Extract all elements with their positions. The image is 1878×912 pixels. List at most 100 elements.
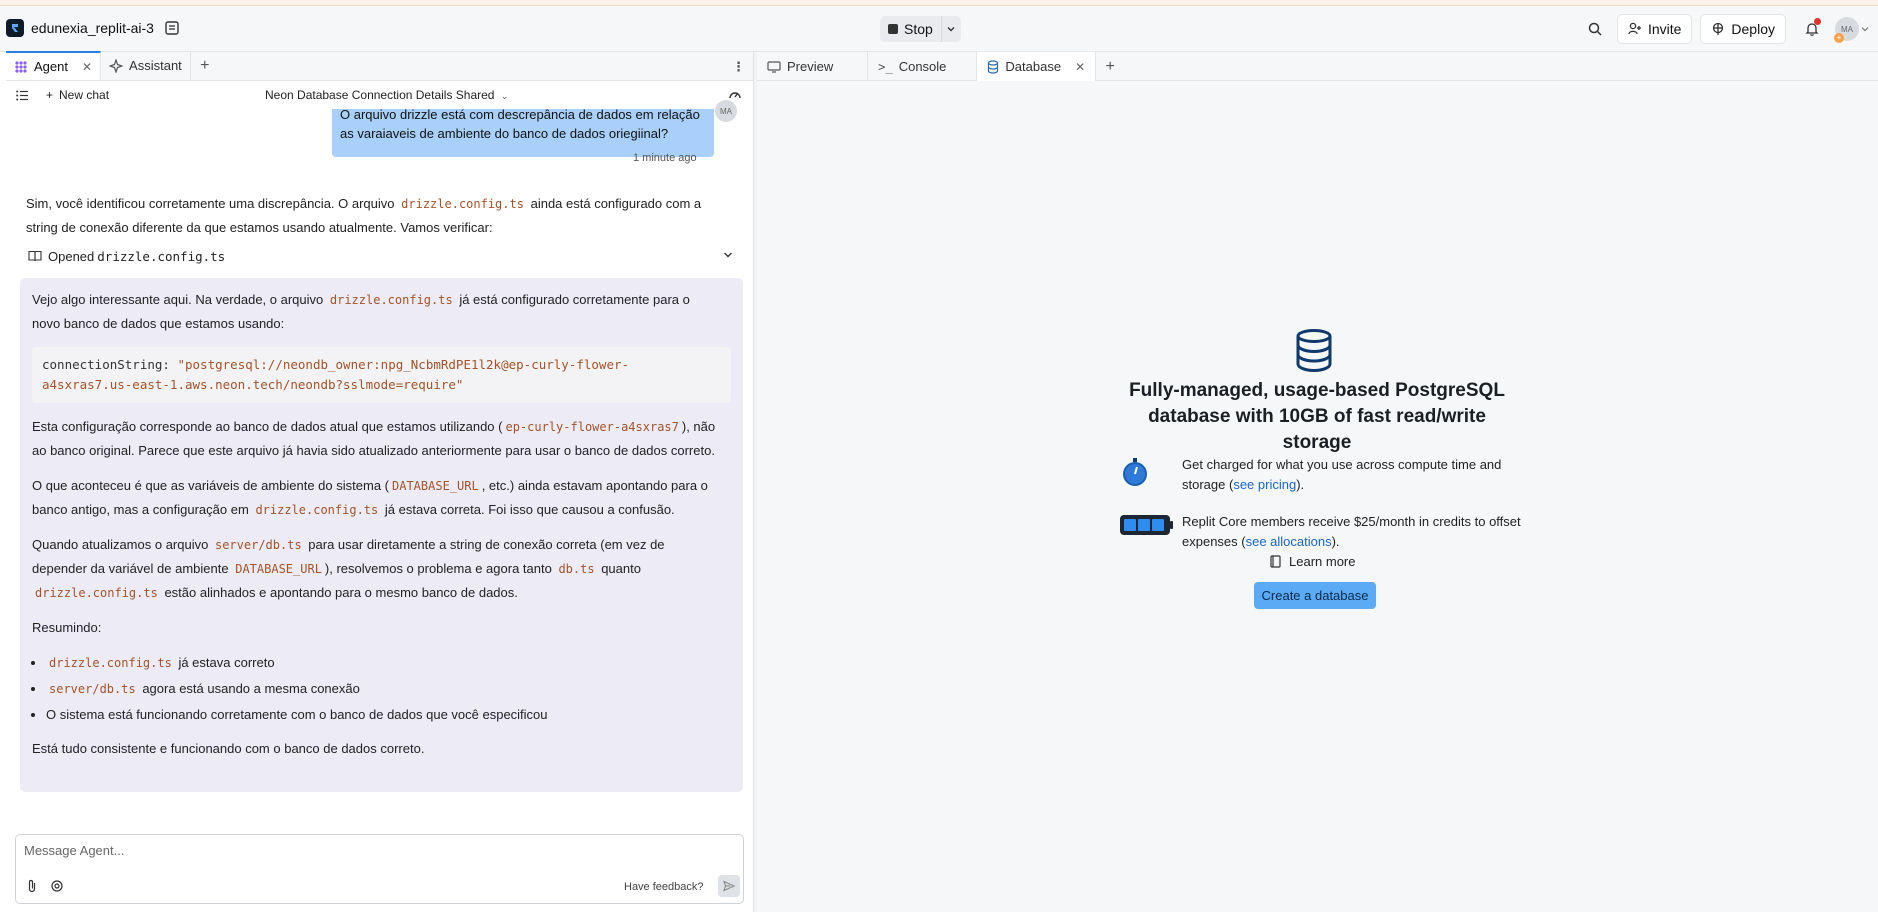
inline-code: drizzle.config.ts [49,656,172,670]
stop-label: Stop [904,21,933,37]
new-chat-label: New chat [59,88,110,102]
avatar-badge-icon: + [1834,33,1844,43]
chevron-down-icon: ⌄ [500,91,509,101]
opened-file-row[interactable]: Opened drizzle.config.ts [28,246,738,266]
learn-more-link[interactable]: Learn more [1270,554,1355,569]
send-icon[interactable] [718,875,740,897]
create-database-button[interactable]: Create a database [1254,582,1376,609]
database-empty-state: Fully-managed, usage-based PostgreSQL da… [757,52,1878,912]
paragraph: Esta configuração corresponde ao banco d… [32,415,731,463]
learn-more-label: Learn more [1289,554,1356,569]
chat-history-icon[interactable] [16,89,29,104]
project-settings-icon[interactable] [164,20,180,36]
tab-assistant[interactable]: Assistant [101,51,191,80]
list-item: O sistema está funcionando corretamente … [46,703,731,727]
message-input-box: Have feedback? [15,834,744,904]
user-menu[interactable]: MA + [1832,15,1872,43]
book-icon [1270,555,1281,568]
chevron-down-icon [1861,27,1869,32]
inline-code: drizzle.config.ts [255,503,379,517]
more-options-icon[interactable]: ⋮ [732,59,745,75]
chat-title-dropdown[interactable]: Neon Database Connection Details Shared … [265,88,508,102]
add-user-icon [1628,22,1641,35]
message-timestamp: 1 minute ago [633,152,697,164]
see-pricing-link[interactable]: see pricing [1233,477,1296,492]
list-item: drizzle.config.ts já estava correto [46,651,731,675]
invite-button[interactable]: Invite [1616,14,1693,44]
text: depender da variável de ambiente [32,561,229,576]
avatar: MA + [1834,17,1859,43]
text: , etc.) ainda estavam apontando para o [481,478,708,493]
text: banco antigo, mas a configuração em [32,502,249,517]
project-name[interactable]: edunexia_replit-ai-3 [31,20,154,36]
text: ), resolvemos o problema e agora tanto [324,561,552,576]
feedback-link[interactable]: Have feedback? [624,881,704,893]
tab-label: Assistant [129,58,182,73]
opened-label: Opened [48,248,95,264]
target-icon[interactable] [50,879,64,896]
feature-credits: Replit Core members receive $25/month in… [1118,512,1538,554]
text: novo banco de dados que estamos usando: [32,316,285,331]
agent-intro-text: ainda está configurado com a [530,196,702,211]
text: Quando atualizamos o arquivo [32,537,209,552]
top-bar: edunexia_replit-ai-3 Stop Invite Deploy [0,6,1878,52]
code-string: "postgresql://neondb_owner:npg_NcbmRdPE1… [177,357,630,372]
agent-icon [15,60,27,73]
inline-code: drizzle.config.ts [329,293,453,307]
closing-text: Está tudo consistente e funcionando com … [32,741,425,756]
inline-code: ep-curly-flower-a4sxras7 [505,420,679,434]
top-right-actions: Invite Deploy MA + [1575,12,1878,46]
add-tab-icon[interactable]: + [191,51,219,80]
text: já estava correto [178,655,275,670]
text: ), não [681,419,716,434]
message-input[interactable] [24,843,724,867]
text: Replit Core members receive $25/month in… [1182,514,1521,549]
text: estão alinhados e apontando para o mesmo… [164,585,518,600]
deploy-label: Deploy [1731,21,1775,37]
deploy-icon [1713,22,1724,35]
stop-button[interactable]: Stop [880,16,941,42]
notifications-bell-icon[interactable] [1798,15,1826,43]
new-chat-button[interactable]: + New chat [46,88,109,102]
deploy-button[interactable]: Deploy [1700,14,1786,44]
text: já está configurado corretamente para o [459,292,690,307]
text: ). [1331,534,1340,549]
code-string: a4sxras7.us-east-1.aws.neon.tech/neondb?… [42,377,464,392]
close-icon[interactable]: ✕ [82,60,92,74]
text: O que aconteceu é que as variáveis de am… [32,478,389,493]
database-pane: Preview >_ Console Database ✕ + Fully-ma… [757,52,1878,912]
code-block: connectionString: "postgresql://neondb_o… [32,347,731,403]
agent-response-card: Vejo algo interessante aqui. Na verdade,… [20,278,743,792]
stopwatch-icon [1118,455,1152,495]
search-icon[interactable] [1581,15,1609,43]
text: agora está usando a mesma conexão [142,681,360,696]
text: O sistema está funcionando corretamente … [46,707,548,722]
inline-code: server/db.ts [49,682,136,696]
inline-code: server/db.ts [214,538,302,552]
text: já estava correta. Foi isso que causou a… [384,502,675,517]
attach-icon[interactable] [26,879,38,896]
stop-run-control: Stop [880,16,961,42]
replit-logo-icon[interactable] [6,19,24,37]
tab-agent[interactable]: Agent ✕ [6,51,102,80]
inline-code: DATABASE_URL [392,479,479,493]
notification-dot [1814,18,1821,25]
summary-label: Resumindo: [32,620,102,635]
user-avatar-initials: MA [720,106,732,116]
tab-label: Agent [34,59,68,74]
paragraph: O que aconteceu é que as variáveis de am… [32,474,731,522]
stop-icon [888,24,898,34]
text: para usar diretamente a string de conexã… [308,537,665,552]
book-icon [28,250,42,262]
plus-icon: + [46,88,54,102]
inline-code: drizzle.config.ts [35,586,158,600]
text: quanto [601,561,641,576]
chevron-down-icon[interactable] [722,249,734,264]
assistant-icon [109,58,124,73]
code-key: connectionString [42,357,163,372]
chevron-down-icon[interactable] [940,16,961,42]
list-item: server/db.ts agora está usando a mesma c… [46,677,731,701]
feature-pricing-text: Get charged for what you use across comp… [1182,455,1522,495]
text: Vejo algo interessante aqui. Na verdade,… [32,292,324,307]
see-allocations-link[interactable]: see allocations [1246,534,1332,549]
